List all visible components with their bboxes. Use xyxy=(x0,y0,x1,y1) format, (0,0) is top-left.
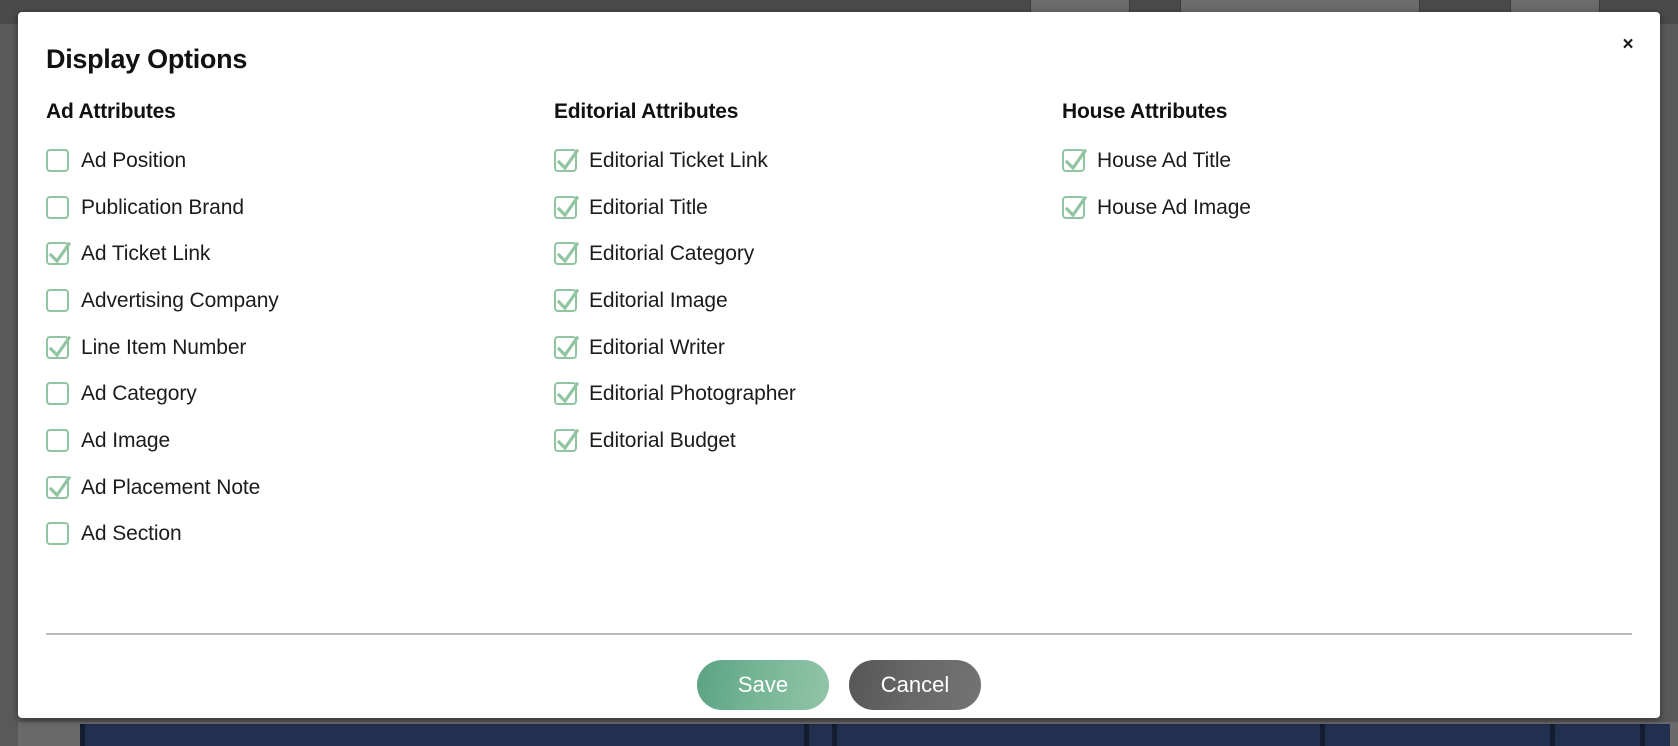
backdrop-navy-tick xyxy=(1550,724,1555,746)
backdrop-navy-tick xyxy=(832,724,837,746)
checkbox-checked-icon[interactable] xyxy=(46,335,72,359)
checkbox-checked-icon[interactable] xyxy=(1062,148,1088,172)
checkbox-unchecked-icon[interactable] xyxy=(46,288,69,312)
checkbox-row[interactable]: Editorial Image xyxy=(554,277,1062,324)
column-heading: Editorial Attributes xyxy=(554,100,739,123)
display-options-modal: × Display Options Ad Attributes Ad Positi… xyxy=(18,12,1660,718)
checkbox-unchecked-icon[interactable] xyxy=(46,428,69,452)
checkbox-checked-icon[interactable] xyxy=(554,195,580,219)
checkbox-row[interactable]: Line Item Number xyxy=(46,324,554,371)
checkbox-row[interactable]: Ad Ticket Link xyxy=(46,230,554,277)
checkbox-label: Ad Section xyxy=(81,522,182,546)
checkbox-label: Ad Placement Note xyxy=(81,475,261,499)
checkbox-row[interactable]: Ad Placement Note xyxy=(46,464,554,511)
checkbox-row[interactable]: Editorial Category xyxy=(554,230,1062,277)
backdrop-navy-tick xyxy=(1320,724,1325,746)
checkbox-checked-icon[interactable] xyxy=(1062,195,1088,219)
checkbox-row[interactable]: Editorial Title xyxy=(554,184,1062,231)
attribute-column-house-attributes: House Attributes House Ad Title House Ad I… xyxy=(1062,100,1570,557)
attribute-column-ad-attributes: Ad Attributes Ad Position Publication Bran… xyxy=(46,100,554,557)
checkbox-checked-icon[interactable] xyxy=(554,382,580,406)
checkbox-unchecked-icon[interactable] xyxy=(46,195,69,219)
checkbox-label: Editorial Image xyxy=(589,288,728,312)
checkbox-row[interactable]: House Ad Image xyxy=(1062,184,1570,231)
attribute-columns: Ad Attributes Ad Position Publication Bran… xyxy=(46,100,1636,557)
checkbox-label: Editorial Budget xyxy=(589,428,736,452)
checkbox-checked-icon[interactable] xyxy=(554,428,580,452)
checkbox-label: Editorial Ticket Link xyxy=(589,148,768,172)
attribute-column-editorial-attributes: Editorial Attributes Editorial Ticket Lin… xyxy=(554,100,1062,557)
checkbox-label: Ad Position xyxy=(81,148,187,172)
checkbox-label: Publication Brand xyxy=(81,195,244,219)
checkbox-label: Editorial Writer xyxy=(589,335,725,359)
checkbox-row[interactable]: Editorial Budget xyxy=(554,417,1062,464)
save-button[interactable]: Save xyxy=(697,660,829,710)
page-title: Display Options xyxy=(46,44,248,74)
checkbox-checked-icon[interactable] xyxy=(46,241,72,266)
checkbox-label: Ad Ticket Link xyxy=(81,242,211,266)
checkbox-label: House Ad Image xyxy=(1097,195,1251,219)
checkbox-checked-icon[interactable] xyxy=(46,475,72,499)
checkbox-label: Editorial Photographer xyxy=(589,382,796,406)
checkbox-row[interactable]: Ad Position xyxy=(46,137,554,184)
column-heading: Ad Attributes xyxy=(46,100,176,123)
checkbox-row[interactable]: Editorial Writer xyxy=(554,324,1062,371)
checkbox-label: Editorial Category xyxy=(589,242,755,266)
checkbox-checked-icon[interactable] xyxy=(554,148,580,172)
checkbox-row[interactable]: Editorial Ticket Link xyxy=(554,137,1062,184)
cancel-button[interactable]: Cancel xyxy=(849,660,981,710)
checkbox-checked-icon[interactable] xyxy=(554,241,580,266)
checkbox-row[interactable]: Ad Category xyxy=(46,370,554,417)
checkbox-row[interactable]: House Ad Title xyxy=(1062,137,1570,184)
checkbox-label: Advertising Company xyxy=(81,288,279,312)
checkbox-row[interactable]: Advertising Company xyxy=(46,277,554,324)
backdrop-navy-tick xyxy=(80,724,85,746)
checkbox-unchecked-icon[interactable] xyxy=(46,148,69,172)
backdrop-navy-tick xyxy=(1640,724,1645,746)
checkbox-label: Line Item Number xyxy=(81,335,247,359)
checkbox-row[interactable]: Ad Section xyxy=(46,511,554,558)
checkbox-unchecked-icon[interactable] xyxy=(46,382,69,406)
backdrop-navy-bar xyxy=(80,724,1670,746)
checkbox-label: House Ad Title xyxy=(1097,148,1232,172)
checkbox-label: Editorial Title xyxy=(589,195,708,219)
backdrop-navy-tick xyxy=(804,724,809,746)
column-heading: House Attributes xyxy=(1062,100,1228,123)
checkbox-row[interactable]: Ad Image xyxy=(46,417,554,464)
checkbox-checked-icon[interactable] xyxy=(554,288,580,312)
checkbox-checked-icon[interactable] xyxy=(554,335,580,359)
footer-divider xyxy=(46,633,1632,635)
checkbox-label: Ad Category xyxy=(81,382,197,406)
close-icon[interactable]: × xyxy=(1614,30,1642,58)
modal-footer: Save Cancel xyxy=(18,660,1660,710)
checkbox-unchecked-icon[interactable] xyxy=(46,522,69,546)
backdrop-bottom-bar xyxy=(18,722,1678,746)
checkbox-row[interactable]: Publication Brand xyxy=(46,184,554,231)
checkbox-row[interactable]: Editorial Photographer xyxy=(554,370,1062,417)
checkbox-label: Ad Image xyxy=(81,428,171,452)
